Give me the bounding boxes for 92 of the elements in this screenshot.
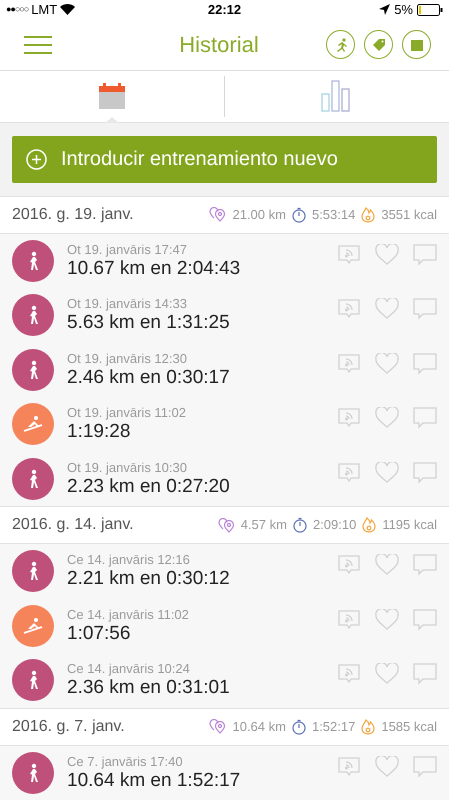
workout-summary: 2.23 km en 0:27:20 [67,476,231,498]
skiing-icon [12,403,54,446]
workout-summary: 2.46 km en 0:30:17 [67,366,231,389]
flame-icon [361,206,376,222]
stopwatch-icon [292,206,306,222]
flame-icon [362,517,376,533]
clock: 22:12 [208,1,242,19]
location-pin-icon [209,207,226,222]
share-feed-icon[interactable] [337,244,361,266]
comment-icon[interactable] [413,554,437,576]
add-workout-button[interactable]: Introducir entrenamiento nuevo [12,136,437,182]
group-date: 2016. g. 14. janv. [12,515,135,535]
heart-icon[interactable] [375,608,399,630]
heart-icon[interactable] [375,352,399,374]
stopwatch-icon [292,718,306,734]
signal-strength: ●●○○○ [6,3,28,16]
comment-icon[interactable] [413,663,437,685]
stopwatch-icon [292,517,307,533]
workout-time: Ot 19. janvāris 10:30 [67,460,188,476]
workout-time: Ot 19. janvāris 14:33 [67,296,188,312]
workout-summary: 2.36 km en 0:31:01 [67,677,231,700]
group-duration: 1:52:17 [312,718,356,736]
share-feed-icon[interactable] [337,407,361,429]
workout-time: Ot 19. janvāris 11:02 [67,405,187,422]
walking-icon [12,294,54,336]
workout-time: Ce 14. janvāris 11:02 [67,606,190,623]
calendar-icon [410,38,422,51]
share-feed-icon[interactable] [337,352,361,374]
workout-summary: 5.63 km en 1:31:25 [67,312,231,334]
group-date: 2016. g. 7. janv. [12,716,126,736]
group-calories: 1195 kcal [382,516,437,534]
heart-icon[interactable] [375,298,399,320]
skiing-icon [12,604,54,647]
group-duration: 5:53:14 [312,206,356,224]
walking-icon [12,659,54,702]
group-distance: 21.00 km [232,206,286,224]
workout-time: Ot 19. janvāris 12:30 [67,350,188,367]
workout-time: Ce 14. janvāris 12:16 [67,552,191,568]
heart-icon[interactable] [375,663,399,685]
battery-percent: 5% [394,1,413,19]
share-feed-icon[interactable] [337,298,361,320]
tag-button[interactable] [364,30,393,60]
comment-icon[interactable] [413,352,437,374]
workout-time: Ot 19. janvāris 17:47 [67,242,188,258]
heart-icon[interactable] [375,462,399,484]
group-distance: 4.57 km [240,516,287,534]
heart-icon[interactable] [375,244,399,266]
group-calories: 1585 kcal [381,718,437,736]
walking-icon [12,550,54,592]
plus-circle-icon [26,148,47,170]
comment-icon[interactable] [413,462,437,484]
workout-summary: 1:07:56 [67,622,132,645]
share-feed-icon[interactable] [337,554,361,576]
page-title: Historial [178,31,260,60]
comment-icon[interactable] [413,756,437,778]
comment-icon[interactable] [413,608,437,630]
group-duration: 2:09:10 [312,516,356,534]
menu-button[interactable] [24,36,52,54]
share-feed-icon[interactable] [337,663,361,685]
walking-icon [12,752,54,794]
comment-icon[interactable] [413,244,437,266]
share-feed-icon[interactable] [337,608,361,630]
battery-icon [417,4,443,16]
group-distance: 10.64 km [232,718,286,736]
workout-summary: 10.67 km en 2:04:43 [67,258,242,280]
walking-icon [12,348,54,391]
calendar-icon [98,82,126,110]
workout-time: Ce 14. janvāris 10:24 [67,661,191,678]
walking-icon [12,458,54,500]
workout-summary: 10.64 km en 1:52:17 [67,770,242,792]
tag-icon [372,38,386,52]
running-activity-button[interactable] [326,30,355,60]
wifi-icon [60,4,76,16]
location-arrow-icon [379,4,390,16]
walking-icon [12,240,54,282]
workout-summary: 1:19:28 [67,421,132,444]
heart-icon[interactable] [375,554,399,576]
flame-icon [361,718,376,734]
location-pin-icon [209,719,226,734]
group-calories: 3551 kcal [381,206,437,224]
workout-time: Ce 7. janvāris 17:40 [67,754,184,770]
carrier-name: LMT [31,1,58,19]
location-pin-icon [218,518,235,532]
comment-icon[interactable] [413,407,437,429]
share-feed-icon[interactable] [337,756,361,778]
share-feed-icon[interactable] [337,462,361,484]
calendar-button[interactable] [402,30,431,60]
heart-icon[interactable] [375,756,399,778]
comment-icon[interactable] [413,298,437,320]
heart-icon[interactable] [375,407,399,429]
group-date: 2016. g. 19. janv. [12,204,135,224]
workout-summary: 2.21 km en 0:30:12 [67,568,231,590]
